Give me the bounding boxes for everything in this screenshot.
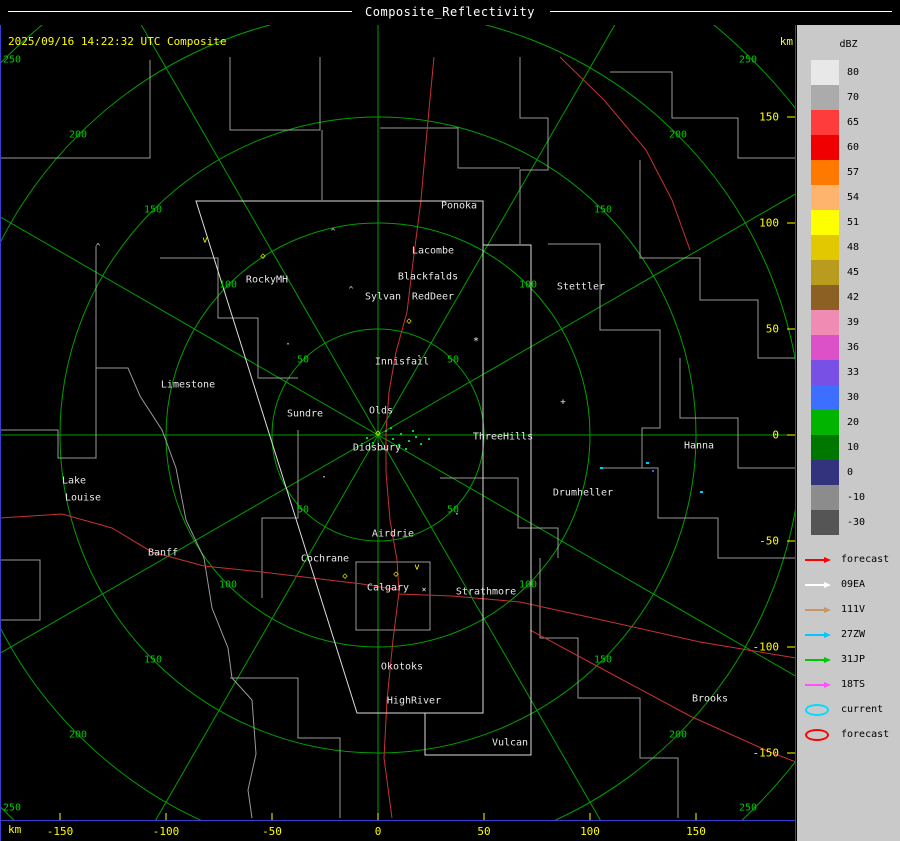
track-label: 18TS: [841, 679, 866, 690]
track-arrow-icon: [805, 556, 837, 563]
colorbar-value: 33: [847, 367, 860, 378]
colorbar-title: dBZ: [839, 39, 858, 50]
colorbar-value: 54: [847, 192, 860, 203]
ellipse-label: forecast: [841, 729, 890, 740]
colorbar-entry: 42: [797, 285, 900, 310]
colorbar-entry: 70: [797, 85, 900, 110]
colorbar-value: 0: [847, 467, 854, 478]
colorbar-swatch: [811, 185, 839, 210]
colorbar-value: 60: [847, 142, 860, 153]
colorbar-value: -30: [847, 517, 866, 528]
colorbar-value: 20: [847, 417, 860, 428]
track-arrow-icon: [805, 606, 837, 613]
radar-map-canvas[interactable]: [0, 25, 797, 841]
legend-panel: dBZ 80 70 65 60 57 54 51 48 45 42 39 36 …: [797, 25, 900, 841]
track-arrow-icon: [805, 656, 837, 663]
colorbar-swatch: [811, 160, 839, 185]
legend-track-row: forecast: [797, 547, 900, 572]
title-bar: Composite_Reflectivity: [0, 0, 900, 25]
colorbar-swatch: [811, 285, 839, 310]
colorbar-entry: 57: [797, 160, 900, 185]
colorbar-swatch: [811, 235, 839, 260]
track-arrow-icon: [805, 681, 837, 688]
colorbar-entry: 51: [797, 210, 900, 235]
colorbar-swatch: [811, 310, 839, 335]
colorbar-entry: -30: [797, 510, 900, 535]
window-title: Composite_Reflectivity: [365, 5, 535, 19]
legend-track-row: 31JP: [797, 647, 900, 672]
track-label: 111V: [841, 604, 866, 615]
legend-track-row: 09EA: [797, 572, 900, 597]
colorbar-entry: 80: [797, 60, 900, 85]
colorbar-entry: -10: [797, 485, 900, 510]
colorbar-swatch: [811, 60, 839, 85]
legend-track-row: 18TS: [797, 672, 900, 697]
colorbar-swatch: [811, 385, 839, 410]
colorbar-swatch: [811, 485, 839, 510]
title-rule-right: [550, 11, 892, 12]
colorbar-swatch: [811, 460, 839, 485]
colorbar-value: 51: [847, 217, 860, 228]
colorbar-entry: 65: [797, 110, 900, 135]
colorbar-value: -10: [847, 492, 866, 503]
colorbar-value: 65: [847, 117, 860, 128]
colorbar-entry: 33: [797, 360, 900, 385]
colorbar-swatch: [811, 335, 839, 360]
axis-frame: [0, 25, 796, 841]
colorbar-swatch: [811, 210, 839, 235]
colorbar-value: 30: [847, 392, 860, 403]
radar-app-window: Composite_Reflectivity 2025/09/16 14:22:…: [0, 0, 900, 841]
legend-track-row: 111V: [797, 597, 900, 622]
colorbar-value: 42: [847, 292, 860, 303]
colorbar-value: 10: [847, 442, 860, 453]
colorbar-swatch: [811, 510, 839, 535]
colorbar-swatch: [811, 135, 839, 160]
axis-tick-marks: [59, 116, 795, 820]
colorbar-value: 80: [847, 67, 860, 78]
ellipse-icon: [805, 728, 829, 741]
colorbar-entry: 45: [797, 260, 900, 285]
range-rings: [0, 25, 796, 820]
colorbar-swatch: [811, 410, 839, 435]
track-legend: forecast 09EA 111V 27ZW 31JP 18TS: [797, 547, 900, 697]
colorbar-entry: 54: [797, 185, 900, 210]
municipal-boundaries: [0, 57, 796, 819]
track-label: forecast: [841, 554, 890, 565]
azimuth-spokes: [0, 25, 796, 820]
colorbar-value: 70: [847, 92, 860, 103]
colorbar-swatch: [811, 260, 839, 285]
colorbar-swatch: [811, 85, 839, 110]
colorbar-swatch: [811, 435, 839, 460]
colorbar: 80 70 65 60 57 54 51 48 45 42 39 36 33 3…: [797, 60, 900, 535]
isolated-echoes: [600, 462, 703, 493]
legend-ellipse-row: current: [797, 697, 900, 722]
legend-track-row: 27ZW: [797, 622, 900, 647]
radar-graphics: [0, 25, 796, 841]
colorbar-value: 36: [847, 342, 860, 353]
highways: [0, 56, 796, 819]
colorbar-value: 39: [847, 317, 860, 328]
track-arrow-icon: [805, 581, 837, 588]
colorbar-swatch: [811, 110, 839, 135]
colorbar-swatch: [811, 360, 839, 385]
ellipse-icon: [805, 703, 829, 716]
colorbar-value: 57: [847, 167, 860, 178]
colorbar-entry: 30: [797, 385, 900, 410]
colorbar-entry: 10: [797, 435, 900, 460]
colorbar-value: 48: [847, 242, 860, 253]
colorbar-entry: 20: [797, 410, 900, 435]
track-arrow-icon: [805, 631, 837, 638]
colorbar-entry: 60: [797, 135, 900, 160]
colorbar-entry: 48: [797, 235, 900, 260]
colorbar-entry: 39: [797, 310, 900, 335]
track-label: 31JP: [841, 654, 866, 665]
colorbar-entry: 0: [797, 460, 900, 485]
ellipse-label: current: [841, 704, 884, 715]
colorbar-value: 45: [847, 267, 860, 278]
legend-ellipse-row: forecast: [797, 722, 900, 747]
track-label: 27ZW: [841, 629, 866, 640]
track-label: 09EA: [841, 579, 866, 590]
ellipse-legend: current forecast: [797, 697, 900, 747]
colorbar-entry: 36: [797, 335, 900, 360]
